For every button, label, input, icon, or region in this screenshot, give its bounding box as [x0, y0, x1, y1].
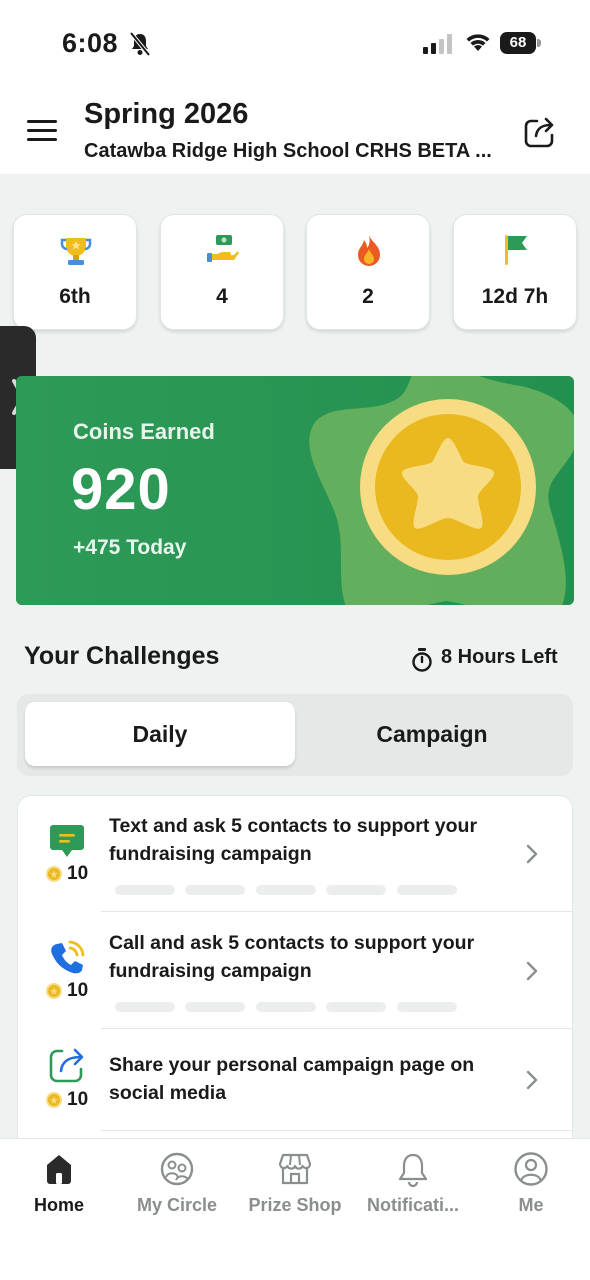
phone-call-icon — [51, 940, 85, 974]
person-icon — [514, 1152, 548, 1186]
divider — [101, 1130, 572, 1131]
coin-icon — [46, 983, 62, 999]
stat-time-remaining-value: 12d 7h — [481, 285, 549, 308]
bell-icon — [398, 1153, 428, 1187]
coins-earned-card: Coins Earned 920 +475 Today — [16, 376, 574, 605]
stat-card-rank[interactable]: 6th — [13, 214, 137, 330]
bottom-tab-bar: Home My Circle Prize Shop Notificati... — [0, 1138, 590, 1280]
tab-label: Me — [518, 1195, 544, 1215]
wifi-icon — [466, 34, 490, 51]
stat-streak-value: 2 — [362, 285, 374, 308]
tab-me[interactable]: Me — [472, 1139, 590, 1239]
challenge-text: Call and ask 5 contacts to support your … — [109, 932, 475, 982]
challenge-item-call-contacts[interactable]: 10 Call and ask 5 contacts to support yo… — [18, 912, 572, 1029]
coins-earned-today: +475 Today — [73, 536, 187, 559]
tab-label: My Circle — [136, 1195, 218, 1215]
challenge-text: Text and ask 5 contacts to support your … — [109, 815, 478, 865]
page-title: Spring 2026 — [84, 98, 249, 130]
coin-icon — [46, 1092, 62, 1108]
stat-donations-value: 4 — [216, 285, 228, 308]
challenge-list: 10 Text and ask 5 contacts to support yo… — [17, 795, 573, 1155]
share-icon — [49, 1048, 84, 1083]
tab-daily[interactable]: Daily — [25, 702, 295, 766]
status-time: 6:08 — [62, 28, 119, 58]
hand-money-icon — [207, 235, 239, 262]
tab-campaign[interactable]: Campaign — [299, 702, 565, 766]
tab-label: Prize Shop — [248, 1195, 342, 1215]
tab-label: Home — [33, 1195, 84, 1215]
challenge-points: 10 — [67, 980, 89, 1001]
chevron-right-icon — [526, 1070, 538, 1090]
battery-indicator: 68 — [500, 32, 542, 54]
tab-my-circle[interactable]: My Circle — [118, 1139, 236, 1239]
hamburger-menu-icon[interactable] — [27, 120, 57, 142]
chevron-right-icon — [526, 844, 538, 864]
page-subtitle: Catawba Ridge High School CRHS BETA ... — [84, 140, 492, 162]
shop-icon — [278, 1153, 312, 1185]
stat-rank-value: 6th — [59, 285, 91, 308]
flag-icon — [505, 235, 527, 265]
circle-faces-icon — [160, 1152, 194, 1186]
status-bar: 6:08 68 — [0, 0, 590, 88]
challenge-item-share-social[interactable]: 10 Share your personal campaign page on … — [18, 1029, 572, 1131]
stat-card-streak[interactable]: 2 — [306, 214, 430, 330]
stat-card-donations[interactable]: 4 — [160, 214, 284, 330]
coins-earned-value: 920 — [71, 457, 171, 522]
message-icon — [50, 825, 84, 857]
challenge-points: 10 — [67, 863, 89, 884]
stats-row: 6th 4 2 12d 7h — [13, 214, 577, 330]
challenge-item-text-contacts[interactable]: 10 Text and ask 5 contacts to support yo… — [18, 796, 572, 912]
tab-notifications[interactable]: Notificati... — [354, 1139, 472, 1239]
app-header: Spring 2026 Catawba Ridge High School CR… — [0, 88, 590, 174]
challenges-title: Your Challenges — [24, 642, 220, 670]
battery-level: 68 — [500, 32, 536, 54]
share-icon[interactable] — [522, 114, 558, 150]
time-left-text: 8 Hours Left — [441, 646, 558, 668]
bell-off-icon — [129, 31, 151, 57]
coins-earned-label: Coins Earned — [73, 419, 215, 444]
chevron-right-icon — [526, 961, 538, 981]
challenge-text: Share your personal campaign page on soc… — [109, 1054, 475, 1104]
tab-home[interactable]: Home — [0, 1139, 118, 1239]
tab-prize-shop[interactable]: Prize Shop — [236, 1139, 354, 1239]
stopwatch-icon — [412, 648, 432, 672]
stat-card-time-remaining[interactable]: 12d 7h — [453, 214, 577, 330]
battery-tip — [537, 39, 541, 47]
challenge-points: 10 — [67, 1089, 89, 1110]
challenge-type-segmented-control: Daily Campaign — [17, 694, 573, 776]
signal-icon — [423, 34, 452, 54]
trophy-icon — [60, 238, 92, 265]
coin-icon — [46, 866, 62, 882]
flame-icon — [358, 235, 380, 266]
home-icon — [47, 1155, 71, 1184]
tab-label: Notificati... — [366, 1195, 459, 1215]
